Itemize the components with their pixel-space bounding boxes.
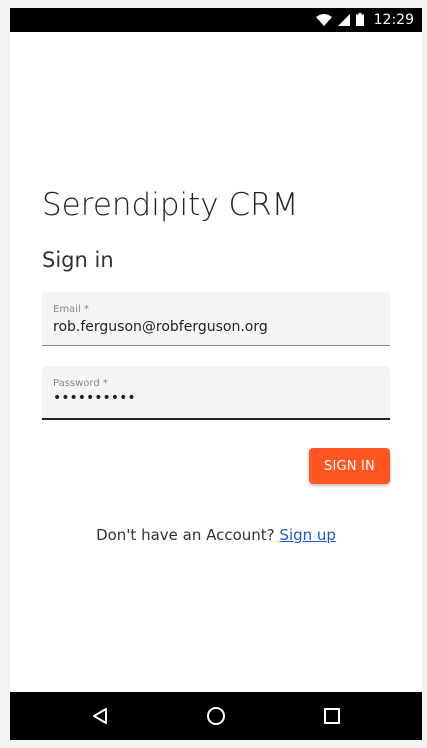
home-icon[interactable] [204,704,228,728]
status-icons: 12:29 [315,8,414,32]
sign-up-link[interactable]: Sign up [279,526,336,544]
password-label: Password * [53,378,108,389]
recents-icon[interactable] [320,704,344,728]
battery-icon [355,11,364,30]
navigation-bar [10,692,422,740]
password-field[interactable]: Password * •••••••••• [42,366,390,420]
cell-signal-icon [337,11,350,30]
device-screen: 12:29 Serendipity CRM Sign in Email * Pa… [10,8,422,740]
email-input[interactable] [53,319,373,335]
status-time: 12:29 [373,12,414,28]
status-bar: 12:29 [10,8,422,32]
signup-row: Don't have an Account? Sign up [10,526,422,544]
email-label: Email * [53,304,89,315]
back-icon[interactable] [88,704,112,728]
wifi-icon [315,11,332,30]
password-input[interactable]: •••••••••• [53,390,136,406]
signin-heading: Sign in [42,248,114,272]
email-field[interactable]: Email * [42,292,390,346]
main-content: Serendipity CRM Sign in Email * Password… [10,32,422,692]
sign-in-button[interactable]: SIGN IN [309,448,390,484]
app-title: Serendipity CRM [42,187,299,223]
signup-prompt: Don't have an Account? [96,526,275,544]
